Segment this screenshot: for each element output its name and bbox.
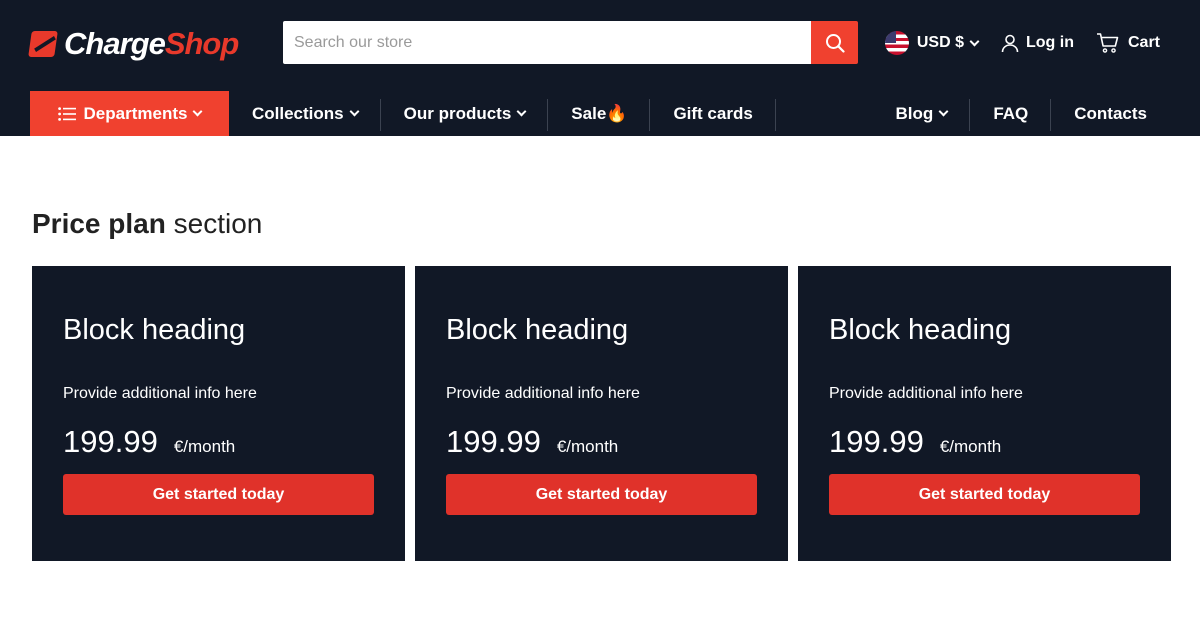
plan-heading: Block heading xyxy=(63,314,246,346)
search-input[interactable] xyxy=(283,21,811,64)
price-plan-card: Block heading Provide additional info he… xyxy=(415,266,788,561)
currency-label: USD $ xyxy=(916,34,964,51)
site-header: ChargeShop USD $ Log in Cart Departments xyxy=(0,0,1200,136)
price-plan-card: Block heading Provide additional info he… xyxy=(798,266,1171,561)
header-actions: USD $ Log in Cart xyxy=(863,28,1160,58)
plan-price-period: €/month xyxy=(556,437,619,456)
nav-item-faq[interactable]: FAQ xyxy=(970,98,1052,131)
nav-item-our-products[interactable]: Our products xyxy=(381,98,549,131)
nav-item-collections[interactable]: Collections xyxy=(229,98,381,131)
nav-item-blog[interactable]: Blog xyxy=(873,98,971,131)
plan-heading: Block heading xyxy=(829,314,1012,346)
chevron-down-icon xyxy=(349,106,360,117)
price-plan-cards: Block heading Provide additional info he… xyxy=(32,266,1171,561)
plan-info: Provide additional info here xyxy=(446,385,640,402)
plan-price-amount: 199.99 xyxy=(829,424,924,459)
cart-label: Cart xyxy=(1127,34,1160,51)
us-flag-icon xyxy=(884,31,909,55)
get-started-button[interactable]: Get started today xyxy=(63,474,374,515)
plan-price-period: €/month xyxy=(173,437,236,456)
logo-icon xyxy=(28,31,58,57)
list-icon xyxy=(57,106,76,121)
plan-price: 199.99 €/month xyxy=(63,424,374,460)
logo-text-charge: Charge xyxy=(64,26,166,61)
search-button[interactable] xyxy=(811,21,858,64)
plan-info: Provide additional info here xyxy=(829,385,1023,402)
currency-selector[interactable]: USD $ xyxy=(884,31,980,55)
departments-label: Departments xyxy=(83,103,188,123)
user-icon xyxy=(1001,34,1019,53)
chevron-down-icon xyxy=(516,106,527,117)
search-bar xyxy=(283,21,858,64)
price-plan-card: Block heading Provide additional info he… xyxy=(32,266,405,561)
chevron-down-icon xyxy=(969,36,980,46)
departments-menu[interactable]: Departments xyxy=(30,91,229,136)
login-link[interactable]: Log in xyxy=(1000,33,1074,53)
section-title: Price plan section xyxy=(32,208,263,239)
plan-info: Provide additional info here xyxy=(63,385,257,402)
get-started-button[interactable]: Get started today xyxy=(446,474,757,515)
login-label: Log in xyxy=(1026,34,1074,51)
plan-price: 199.99 €/month xyxy=(829,424,1140,460)
chevron-down-icon xyxy=(938,106,949,117)
plan-heading: Block heading xyxy=(446,314,629,346)
main-nav: Departments Collections Our products Sal… xyxy=(30,91,1170,136)
chevron-down-icon xyxy=(193,106,203,117)
plan-price-period: €/month xyxy=(939,437,1002,456)
cart-link[interactable]: Cart xyxy=(1096,32,1160,54)
plan-price-amount: 199.99 xyxy=(63,424,158,459)
plan-price: 199.99 €/month xyxy=(446,424,757,460)
nav-item-gift-cards[interactable]: Gift cards xyxy=(650,98,777,131)
cart-icon xyxy=(1096,33,1119,53)
logo[interactable]: ChargeShop xyxy=(28,24,239,64)
plan-price-amount: 199.99 xyxy=(446,424,541,459)
get-started-button[interactable]: Get started today xyxy=(829,474,1140,515)
logo-text-shop: Shop xyxy=(164,26,239,61)
nav-item-contacts[interactable]: Contacts xyxy=(1051,99,1170,129)
search-icon xyxy=(825,33,845,53)
nav-item-sale[interactable]: Sale🔥 xyxy=(548,98,651,131)
